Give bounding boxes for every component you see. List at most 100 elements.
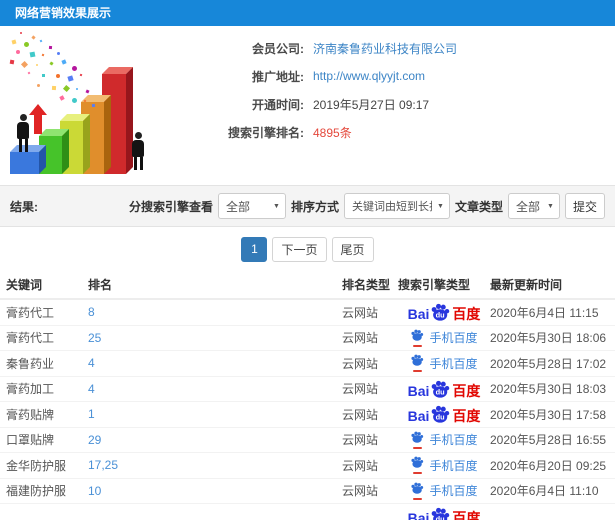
baidu-logo-bai: Bai (407, 306, 430, 323)
red-underline (412, 446, 422, 449)
confetti-dot (27, 71, 31, 75)
confetti-dot (72, 66, 77, 71)
cell-updated-time: 2020年5月30日 18:06 (490, 331, 607, 346)
cell-engine-type: Bai du 百度 (398, 380, 490, 398)
confetti-dot (39, 39, 43, 43)
red-underline (412, 370, 422, 373)
info-field-label: 搜索引擎排名: (228, 125, 304, 140)
paw-icon (410, 354, 424, 369)
cell-engine-type: 手机百度 (398, 329, 490, 347)
filter-label-sort-order: 排序方式 (290, 199, 339, 214)
confetti-dot (41, 73, 46, 78)
confetti-dot (48, 45, 53, 50)
businessman-figure (130, 132, 146, 170)
cell-rank[interactable]: 25 (88, 331, 342, 345)
filter-select-value: 关键词由短到长排序 (351, 201, 432, 213)
confetti-dot (62, 84, 71, 93)
bar-chart-bar (10, 145, 46, 174)
pagination-current-page[interactable]: 1 (241, 236, 268, 262)
paw-icon (410, 482, 424, 497)
cell-rank[interactable]: 8 (88, 305, 342, 319)
paw-icon (410, 329, 424, 344)
cell-rank[interactable]: 17,25 (88, 458, 342, 472)
confetti-dot (11, 39, 17, 45)
column-header-1: 排名 (88, 278, 113, 292)
cell-keyword: 金华防护服 (6, 458, 67, 473)
cell-rank-type: 云网站 (342, 305, 379, 320)
info-field-label: 会员公司: (252, 41, 304, 56)
cell-rank-type: 云网站 (342, 484, 379, 499)
cell-rank[interactable]: 29 (88, 433, 342, 447)
confetti-dot (79, 73, 83, 77)
mobile-baidu-logo: 手机百度 (410, 482, 478, 500)
cell-keyword: 膏药贴牌 (6, 407, 55, 422)
mobile-baidu-paw-icon (410, 456, 424, 475)
info-field-label: 开通时间: (252, 97, 304, 112)
info-field-value: 2019年5月27日 09:17 (313, 97, 430, 112)
svg-text:du: du (436, 515, 445, 520)
cell-rank-type: 云网站 (342, 382, 379, 397)
confetti-dot (72, 98, 77, 103)
confetti-dot (59, 95, 65, 101)
baidu-logo: Bai du 百度 (408, 405, 480, 423)
pagination-button[interactable]: 下一页 (272, 236, 327, 262)
cell-updated-time: 2020年6月4日 11:10 (490, 484, 599, 499)
mobile-baidu-label: 手机百度 (429, 433, 478, 448)
up-arrow-icon (29, 104, 47, 134)
cell-rank[interactable]: 1 (88, 407, 342, 421)
mobile-baidu-paw-icon (410, 482, 424, 500)
table-row: 膏药加工 4 云网站 Bai du 百度 2020年5月30日 18:03 (0, 377, 615, 402)
table-row: Bai du 百度 (0, 504, 615, 520)
mobile-baidu-logo: 手机百度 (410, 456, 478, 475)
cell-keyword: 膏药代工 (6, 305, 55, 320)
confetti-dot (85, 89, 90, 94)
cell-engine-type: Bai du 百度 (398, 303, 490, 321)
mobile-baidu-label: 手机百度 (429, 484, 478, 499)
confetti-dot (49, 61, 54, 66)
submit-button[interactable]: 提交 (564, 193, 605, 219)
marketing-report-page: 网络营销效果展示 会员公司: 济南秦鲁药业科技有限公司 推广地址: http://ww… (0, 0, 615, 520)
baidu-logo-cn: 百度 (452, 306, 481, 323)
confetti-dot (56, 74, 60, 78)
filter-select-article-type[interactable]: 全部 ▼ (507, 193, 560, 219)
filter-bar: 结果: 分搜索引擎查看全部▼排序方式关键词由短到长排序▼文章类型全部▼提交 (0, 185, 615, 227)
info-field-rankings: 搜索引擎排名: 4895条 (188, 118, 457, 146)
cell-engine-type: Bai du 百度 (398, 405, 490, 423)
cell-keyword: 膏药加工 (6, 382, 55, 397)
baidu-logo-cn: 百度 (452, 510, 481, 520)
info-field-opened: 开通时间: 2019年5月27日 09:17 (188, 90, 457, 118)
baidu-logo: Bai du 百度 (408, 507, 481, 520)
red-underline (412, 497, 422, 500)
info-field-value[interactable]: http://www.qlyyjt.com (313, 69, 425, 83)
confetti-dot (57, 52, 60, 55)
filter-select-sort-order[interactable]: 关键词由短到长排序 ▼ (343, 193, 450, 219)
cell-rank-type: 云网站 (342, 356, 379, 371)
column-header-3: 搜索引擎类型 (398, 278, 471, 292)
cell-updated-time: 2020年5月28日 17:02 (490, 356, 607, 371)
cell-updated-time: 2020年6月4日 11:15 (490, 305, 599, 320)
table-body: 膏药代工 8 云网站 Bai du 百度 2020年6月4日 11:15 膏药代工 25 云网站手… (0, 300, 615, 520)
mobile-baidu-paw-icon (410, 354, 424, 373)
red-underline (412, 344, 422, 347)
cell-rank[interactable]: 4 (88, 382, 342, 396)
pagination-button[interactable]: 尾页 (331, 236, 374, 262)
column-header-0: 关键词 (6, 278, 43, 292)
filter-select-engine-view[interactable]: 全部 ▼ (217, 193, 286, 219)
baidu-paw-icon: du (430, 507, 450, 520)
svg-text:du: du (436, 387, 445, 396)
confetti-dot (76, 88, 78, 90)
confetti-dot (31, 35, 36, 40)
cell-rank-type: 云网站 (342, 433, 379, 448)
mobile-baidu-label: 手机百度 (429, 458, 478, 473)
baidu-logo-bai: Bai (407, 382, 430, 399)
cell-updated-time: 2020年5月30日 18:03 (490, 382, 607, 397)
cell-rank[interactable]: 4 (88, 356, 342, 370)
info-field-company: 会员公司: 济南秦鲁药业科技有限公司 (188, 34, 457, 62)
results-label: 结果: (10, 199, 38, 214)
info-field-value[interactable]: 济南秦鲁药业科技有限公司 (313, 40, 457, 57)
confetti-dot (16, 50, 20, 54)
confetti-dot (36, 64, 38, 66)
cell-rank[interactable]: 10 (88, 484, 342, 498)
table-row: 金华防护服 17,25 云网站 手机百度 2020年6月20日 09:25 (0, 453, 615, 479)
mobile-baidu-logo: 手机百度 (410, 354, 478, 373)
